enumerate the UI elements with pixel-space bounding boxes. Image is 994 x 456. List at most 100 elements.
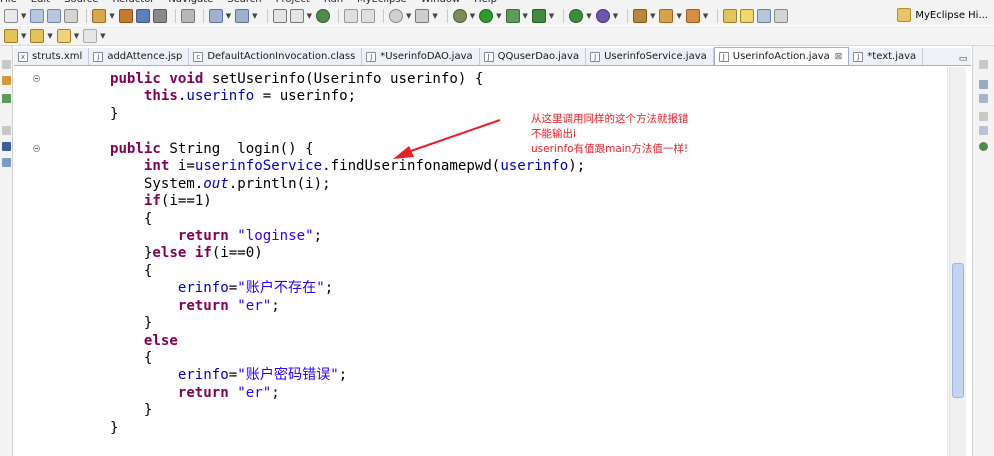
prev-annotation-icon[interactable] (30, 28, 45, 43)
code-line[interactable]: this.userinfo = userinfo; (76, 88, 585, 105)
editor-tab[interactable]: j addAttence.jsp (89, 48, 190, 65)
chevron-down-icon[interactable]: ▼ (74, 32, 79, 40)
code-line[interactable]: } (76, 106, 585, 123)
code-line[interactable]: public void setUserinfo(Userinfo userinf… (76, 71, 585, 88)
code-line[interactable]: return "loginse"; (76, 228, 585, 245)
editor-tab[interactable]: J *text.java (849, 48, 924, 65)
print-icon[interactable] (64, 8, 79, 23)
properties-icon[interactable] (979, 126, 988, 135)
code-line[interactable]: else (76, 333, 585, 350)
vertical-scrollbar[interactable] (949, 67, 966, 456)
new-class-icon[interactable] (569, 8, 584, 23)
package-explorer-icon[interactable] (2, 76, 11, 85)
fold-toggle-icon[interactable] (33, 75, 40, 82)
chevron-down-icon[interactable]: ▼ (613, 12, 618, 20)
globe-icon[interactable] (315, 8, 330, 23)
perspective-switcher[interactable]: MyEclipse Hi... (897, 8, 988, 22)
restore-icon[interactable] (2, 60, 11, 69)
close-icon[interactable]: ⊠ (835, 52, 843, 62)
chevron-down-icon[interactable]: ▼ (252, 12, 257, 20)
chevron-down-icon[interactable]: ▼ (586, 12, 591, 20)
chevron-down-icon[interactable]: ▼ (650, 12, 655, 20)
code-line[interactable]: } (76, 315, 585, 332)
code-editor[interactable]: public void setUserinfo(Userinfo userinf… (14, 67, 971, 456)
monitor-icon[interactable] (415, 8, 430, 23)
server-icon[interactable] (152, 8, 167, 23)
search-icon[interactable] (388, 8, 403, 23)
back-arrow-icon[interactable] (56, 28, 71, 43)
cut-icon[interactable] (343, 8, 358, 23)
code-line[interactable]: int i=userinfoService.findUserinfonamepw… (76, 158, 585, 175)
editor-tab[interactable]: J *UserinfoDAO.java (362, 48, 480, 65)
profile-icon[interactable] (531, 8, 546, 23)
db-browser-icon[interactable] (180, 8, 195, 23)
code-line[interactable]: { (76, 350, 585, 367)
editor-tab[interactable]: J UserinfoService.java (586, 48, 714, 65)
chevron-down-icon[interactable]: ▼ (406, 12, 411, 20)
wizard-icon[interactable] (208, 8, 223, 23)
deploy-icon[interactable] (135, 8, 150, 23)
image-icon[interactable] (2, 158, 11, 167)
chevron-down-icon[interactable]: ▼ (307, 12, 312, 20)
code-line[interactable]: erinfo="账户密码错误"; (76, 367, 585, 384)
code-line[interactable]: { (76, 211, 585, 228)
editor-tab[interactable]: J UserinfoAction.java ⊠ (713, 47, 850, 65)
chevron-down-icon[interactable]: ▼ (496, 12, 501, 20)
web-wizard-icon[interactable] (235, 8, 250, 23)
debug-icon[interactable] (452, 8, 467, 23)
code-line[interactable]: if(i==1) (76, 193, 585, 210)
code-line[interactable]: } (76, 420, 585, 437)
chevron-down-icon[interactable]: ▼ (703, 12, 708, 20)
restore-icon[interactable] (979, 60, 988, 69)
save-icon[interactable] (30, 8, 45, 23)
task-list-icon[interactable] (979, 94, 988, 103)
chevron-down-icon[interactable]: ▼ (21, 32, 26, 40)
forward-arrow-icon[interactable] (83, 28, 98, 43)
code-line[interactable]: { (76, 263, 585, 280)
save-all-icon[interactable] (47, 8, 62, 23)
chevron-down-icon[interactable]: ▼ (676, 12, 681, 20)
pen-icon[interactable] (659, 8, 674, 23)
code-line[interactable]: erinfo="账户不存在"; (76, 280, 585, 297)
fold-toggle-icon[interactable] (33, 145, 40, 152)
console-icon[interactable] (2, 142, 11, 151)
chevron-down-icon[interactable]: ▼ (100, 32, 105, 40)
chevron-down-icon[interactable]: ▼ (226, 12, 231, 20)
code-line[interactable] (76, 123, 585, 140)
open-type-icon[interactable] (272, 8, 287, 23)
new-icon[interactable] (4, 8, 18, 23)
restore-icon[interactable] (2, 126, 11, 135)
run-icon[interactable] (479, 8, 494, 23)
hierarchy-icon[interactable] (2, 94, 11, 103)
restore-icon[interactable] (979, 112, 988, 121)
chevron-down-icon[interactable]: ▼ (432, 12, 437, 20)
new-interface-icon[interactable] (595, 8, 610, 23)
code-line[interactable]: } (76, 402, 585, 419)
chevron-down-icon[interactable]: ▼ (47, 32, 52, 40)
gear-icon[interactable] (979, 142, 988, 151)
code-line[interactable]: return "er"; (76, 298, 585, 315)
code-line[interactable]: return "er"; (76, 385, 585, 402)
tab-list-menu-icon[interactable]: ▭ (957, 53, 969, 65)
tools-icon[interactable] (685, 8, 700, 23)
chevron-down-icon[interactable]: ▼ (470, 12, 475, 20)
highlight-icon[interactable] (740, 8, 755, 23)
editor-tab[interactable]: J QQuserDao.java (480, 48, 587, 65)
toggle-icon[interactable] (757, 8, 772, 23)
chevron-down-icon[interactable]: ▼ (549, 12, 554, 20)
next-annotation-icon[interactable] (4, 28, 18, 43)
chevron-down-icon[interactable]: ▼ (21, 12, 26, 20)
new-project-icon[interactable] (92, 8, 107, 23)
pin-icon[interactable] (723, 8, 738, 23)
chevron-down-icon[interactable]: ▼ (109, 12, 114, 20)
copy-icon[interactable] (360, 8, 375, 23)
chevron-down-icon[interactable]: ▼ (523, 12, 528, 20)
editor-tab[interactable]: c DefaultActionInvocation.class (189, 48, 363, 65)
code-text[interactable]: public void setUserinfo(Userinfo userinf… (76, 71, 585, 437)
outline-icon[interactable] (979, 80, 988, 89)
code-line[interactable]: System.out.println(i); (76, 176, 585, 193)
code-line[interactable]: }else if(i==0) (76, 245, 585, 262)
block-select-icon[interactable] (774, 8, 789, 23)
package-icon[interactable] (118, 8, 133, 23)
external-tools-icon[interactable] (505, 8, 520, 23)
